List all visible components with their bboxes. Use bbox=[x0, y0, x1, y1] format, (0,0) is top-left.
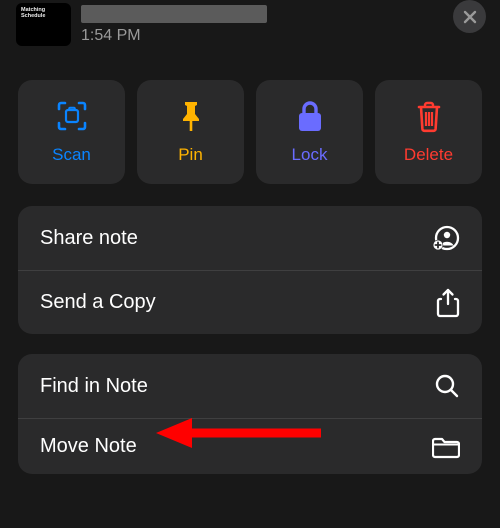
find-in-note-item[interactable]: Find in Note bbox=[18, 354, 482, 418]
lock-icon bbox=[296, 99, 324, 133]
close-button[interactable] bbox=[453, 0, 486, 33]
note-actions-section: Find in Note Move Note bbox=[18, 354, 482, 474]
search-icon bbox=[434, 373, 460, 399]
scan-label: Scan bbox=[52, 145, 91, 165]
note-thumbnail[interactable]: Matching Schedule bbox=[16, 3, 71, 46]
lock-button[interactable]: Lock bbox=[256, 80, 363, 184]
pin-button[interactable]: Pin bbox=[137, 80, 244, 184]
pin-icon bbox=[176, 99, 206, 133]
trash-icon bbox=[414, 99, 444, 133]
move-note-item[interactable]: Move Note bbox=[18, 418, 482, 474]
share-up-icon bbox=[436, 288, 460, 318]
scan-icon bbox=[55, 99, 89, 133]
move-note-label: Move Note bbox=[40, 435, 137, 458]
delete-button[interactable]: Delete bbox=[375, 80, 482, 184]
close-icon bbox=[463, 10, 477, 24]
send-copy-item[interactable]: Send a Copy bbox=[18, 270, 482, 334]
find-in-note-label: Find in Note bbox=[40, 375, 148, 398]
scan-button[interactable]: Scan bbox=[18, 80, 125, 184]
header: Matching Schedule 1:54 PM bbox=[0, 0, 500, 46]
share-section: Share note Send a Copy bbox=[18, 206, 482, 334]
share-note-label: Share note bbox=[40, 227, 138, 250]
pin-label: Pin bbox=[178, 145, 203, 165]
action-row: Scan Pin Lock bbox=[18, 80, 482, 184]
thumbnail-title: Matching Schedule bbox=[21, 7, 66, 19]
delete-label: Delete bbox=[404, 145, 453, 165]
timestamp: 1:54 PM bbox=[81, 27, 484, 45]
action-sheet: Matching Schedule 1:54 PM Scan bbox=[0, 0, 500, 528]
person-add-icon bbox=[432, 224, 460, 252]
share-note-item[interactable]: Share note bbox=[18, 206, 482, 270]
lock-label: Lock bbox=[292, 145, 328, 165]
send-copy-label: Send a Copy bbox=[40, 291, 156, 314]
note-title-redacted bbox=[81, 5, 267, 23]
title-block: 1:54 PM bbox=[81, 3, 484, 45]
folder-icon bbox=[432, 435, 460, 459]
